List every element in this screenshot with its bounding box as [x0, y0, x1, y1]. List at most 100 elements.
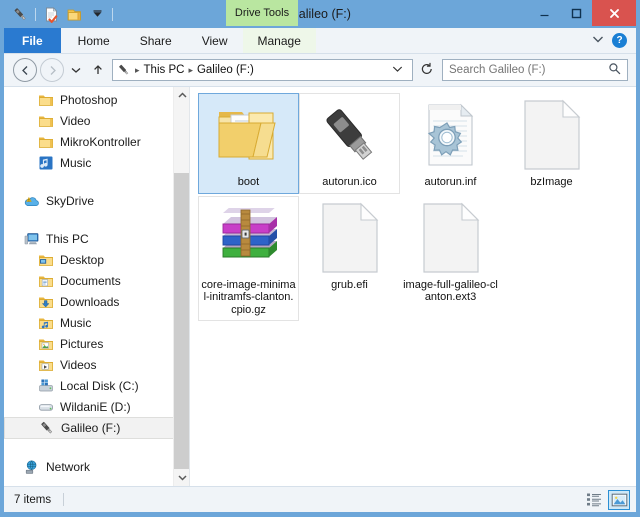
sidebar-item-label: Photoshop — [60, 92, 118, 107]
sidebar-item-photoshop[interactable]: Photoshop — [4, 89, 189, 110]
sidebar-item-desktop[interactable]: Desktop — [4, 249, 189, 270]
sidebar-item-network[interactable]: Network — [4, 456, 189, 477]
file-item[interactable]: core-image-minimal-initramfs-clanton.cpi… — [198, 195, 299, 321]
file-item[interactable]: boot — [198, 93, 299, 194]
inf-setup-information-icon — [413, 97, 489, 173]
sidebar-item-pictures[interactable]: Pictures — [4, 333, 189, 354]
tab-manage[interactable]: Manage — [242, 28, 316, 53]
details-view-button[interactable] — [583, 490, 605, 510]
search-input[interactable] — [449, 64, 608, 76]
file-name-label: bzImage — [530, 176, 573, 188]
sidebar-item-label: Network — [46, 459, 91, 474]
folder-icon — [38, 113, 54, 129]
documents-folder-icon — [38, 273, 54, 289]
scroll-up-arrow-icon[interactable] — [174, 87, 189, 104]
chevron-down-icon[interactable] — [87, 4, 107, 24]
sidebar-item-label: SkyDrive — [46, 193, 95, 208]
sidebar-item-label: Pictures — [60, 336, 104, 351]
help-icon[interactable]: ? — [612, 33, 627, 48]
sidebar-item-label: WildaniE (D:) — [60, 399, 131, 414]
file-name-label: grub.efi — [331, 278, 368, 291]
close-button[interactable] — [592, 0, 636, 26]
maximize-button[interactable] — [560, 0, 592, 26]
new-folder-icon[interactable] — [64, 4, 84, 24]
sidebar-item-local-disk-c[interactable]: Local Disk (C:) — [4, 375, 189, 396]
search-icon[interactable] — [608, 62, 621, 78]
breadcrumb-galileo[interactable]: Galileo (F:) — [197, 64, 254, 76]
back-button[interactable] — [13, 58, 37, 82]
address-input[interactable]: ▸ This PC ▸ Galileo (F:) — [112, 59, 413, 81]
sidebar-item-label: Galileo (F:) — [61, 421, 121, 435]
address-dropdown-icon[interactable] — [387, 65, 408, 75]
breadcrumb-this-pc[interactable]: This PC — [144, 64, 185, 76]
open-folder-icon — [211, 97, 287, 173]
ribbon-right-controls: ? — [592, 28, 636, 53]
tab-share[interactable]: Share — [125, 28, 187, 53]
file-name-label: autorun.inf — [424, 176, 477, 188]
up-button[interactable] — [87, 58, 109, 82]
large-icons-view-button[interactable] — [608, 489, 630, 510]
recent-locations-button[interactable] — [67, 58, 84, 82]
videos-folder-icon — [38, 357, 54, 373]
toolbar-divider — [35, 7, 36, 21]
tab-file[interactable]: File — [4, 28, 61, 53]
hard-drive-icon — [38, 399, 54, 415]
chevron-down-icon[interactable] — [592, 35, 604, 47]
sidebar-item-documents[interactable]: Documents — [4, 270, 189, 291]
file-item[interactable]: bzImage — [501, 93, 602, 194]
tab-home[interactable]: Home — [63, 28, 125, 53]
minimize-button[interactable] — [528, 0, 560, 26]
sidebar-item-label: Music — [60, 315, 92, 330]
sidebar-item-music[interactable]: Music — [4, 152, 189, 173]
usb-drive-icon[interactable] — [10, 4, 30, 24]
sidebar-item-label: Music — [60, 155, 92, 170]
view-mode-buttons — [583, 489, 630, 510]
status-bar: 7 items — [4, 486, 636, 512]
network-icon — [24, 459, 40, 475]
forward-button[interactable] — [40, 58, 64, 82]
sidebar-item-downloads[interactable]: Downloads — [4, 291, 189, 312]
folder-icon — [38, 134, 54, 150]
skydrive-icon — [24, 193, 40, 209]
sidebar-item-videos[interactable]: Videos — [4, 354, 189, 375]
sidebar-item-label: Documents — [60, 273, 121, 288]
item-count-label: 7 items — [14, 493, 52, 506]
file-name-label: autorun.ico — [322, 176, 377, 188]
tab-view[interactable]: View — [187, 28, 243, 53]
sidebar-item-mikrokontroller[interactable]: MikroKontroller — [4, 131, 189, 152]
sidebar-item-label: Desktop — [60, 252, 105, 267]
file-item[interactable]: grub.efi — [299, 196, 400, 322]
file-name-label: boot — [237, 176, 260, 188]
sidebar-item-label: Local Disk (C:) — [60, 378, 139, 393]
sidebar-item-galileo-f[interactable]: Galileo (F:) — [4, 417, 189, 439]
file-list-pane[interactable]: boot autorun.ico autorun.inf bzImage core-im… — [190, 87, 636, 486]
sidebar-item-skydrive[interactable]: SkyDrive — [4, 190, 189, 211]
scrollbar-thumb[interactable] — [174, 173, 189, 469]
title-bar: Galileo (F:) Drive Tools — [4, 0, 636, 28]
properties-icon[interactable] — [41, 4, 61, 24]
file-item[interactable]: autorun.ico — [299, 93, 400, 194]
usb-drive-icon — [117, 63, 131, 77]
refresh-button[interactable] — [416, 62, 434, 79]
blank-document-icon — [312, 200, 388, 276]
sidebar-item-this-pc[interactable]: This PC — [4, 228, 189, 249]
ribbon-tab-strip: File Home Share View Manage ? — [4, 28, 636, 54]
scroll-down-arrow-icon[interactable] — [174, 469, 189, 486]
sidebar-item-video[interactable]: Video — [4, 110, 189, 131]
sidebar-item-label: Videos — [60, 357, 97, 372]
file-item[interactable]: image-full-galileo-clanton.ext3 — [400, 196, 501, 322]
music-folder-icon — [38, 315, 54, 331]
file-item[interactable]: autorun.inf — [400, 93, 501, 194]
breadcrumb-separator: ▸ — [135, 64, 140, 75]
navigation-scrollbar[interactable] — [173, 87, 189, 486]
search-box[interactable] — [442, 59, 628, 81]
blank-document-icon — [413, 200, 489, 276]
usb-drive-icon — [312, 97, 388, 173]
sidebar-item-music[interactable]: Music — [4, 312, 189, 333]
contextual-tab-label: Drive Tools — [226, 0, 298, 26]
file-name-label: image-full-galileo-clanton.ext3 — [403, 278, 498, 304]
breadcrumb-separator-2: ▸ — [188, 64, 193, 75]
sidebar-item-wildanie-d[interactable]: WildaniE (D:) — [4, 396, 189, 417]
